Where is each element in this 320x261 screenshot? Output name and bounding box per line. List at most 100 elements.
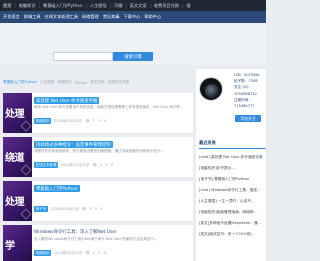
nav-item-frontend-tools[interactable]: 前端工具: [24, 14, 41, 20]
article-date: 2024年01月01日: [50, 206, 79, 211]
article-views: 4: [99, 163, 103, 167]
sidebar: UID：5075661 帖子数：7308 关注 QQ： 1054988732 注…: [196, 69, 266, 261]
thumbnail-text: 处理: [5, 197, 25, 208]
nav-item-network[interactable]: 网络管理: [82, 14, 99, 20]
article-comments: 0: [110, 163, 114, 167]
recent-posts-list: [cmd] 高处理 Net User 命令速查手册 [电脑知识]命令提示... …: [199, 152, 266, 240]
category-tab-life[interactable]: 人生感悟: [40, 80, 54, 85]
top-menu-item-pc-knowledge[interactable]: 电脑知识: [19, 3, 36, 9]
recent-post-link[interactable]: [电脑知识]电脑管理指南：网络和...: [199, 207, 266, 218]
nav-item-virus[interactable]: 常见病毒: [103, 14, 120, 20]
thumbnail-decoration: [20, 208, 32, 220]
user-info: UID：5075661 帖子数：7308 关注 QQ： 1054988732 注…: [234, 72, 266, 109]
top-menu-separator: |: [109, 3, 112, 8]
article-excerpt: 按照详述可被系统使用，首次更换设置您的管理器；通过持续绕道的多种指令进行...: [34, 149, 164, 153]
top-menu-separator: |: [125, 3, 127, 8]
top-menu-item-home[interactable]: 首页: [3, 3, 11, 9]
article-card[interactable]: 处理 零基础入门学Python 电子书 2024年01月01日 👁 4 ✎ 0: [3, 181, 193, 221]
article-card[interactable]: 学 Windows命令行工具：深入了解Net User 深入解析Windows命…: [3, 225, 193, 261]
top-menu-item-redeem[interactable]: 收费项目兑换: [154, 3, 179, 9]
article-excerpt: [34, 193, 190, 202]
article-excerpt: 深入解析Windows命令行工具中Net用户命令 Net User 的使用方法及…: [34, 237, 158, 241]
eye-icon: 👁: [92, 163, 97, 167]
comment-icon: ✎: [105, 163, 108, 167]
nav-item-text-tools[interactable]: 在线文本处理工具: [45, 14, 79, 20]
top-menu-item-life[interactable]: 人生感悟: [90, 3, 107, 9]
user-reg-value: 715464777: [234, 104, 255, 109]
top-menu-bar: 首页 | 电脑知识 | 零基础入门学Python | 人生感悟 | 币圈 | 英…: [0, 0, 266, 11]
article-date: 2024年01月01日: [54, 118, 83, 123]
comment-icon: ✎: [98, 119, 101, 123]
thumbnail-decoration: [20, 120, 32, 132]
category-tabs: 零基础入门学Python 人生感悟 电脑知识 Python 英文文案 收费项目兑…: [3, 79, 193, 86]
article-comments: 0: [103, 119, 107, 123]
article-comments: 0: [103, 251, 107, 255]
recent-post-link[interactable]: [cmd] Windows命令行工具：描述...: [199, 185, 266, 196]
top-menu-item-english[interactable]: 英文文案: [130, 3, 147, 9]
top-menu-separator: |: [182, 3, 184, 8]
top-menu-separator: |: [14, 3, 16, 8]
recent-posts-title: 最近发表: [199, 140, 216, 145]
recent-post-link[interactable]: [人生感悟] 一主一意时：心血不...: [199, 196, 266, 207]
recent-post-link[interactable]: [cmd] 高处理 Net User 命令速查手册: [199, 152, 266, 163]
article-meta: 电脑知识 2024年01月01日 👁 1 ✎ 0: [34, 118, 190, 124]
article-category-tag[interactable]: 电子书: [34, 206, 48, 212]
article-thumbnail[interactable]: 学: [3, 225, 32, 261]
top-menu-item-crypto[interactable]: 币圈: [114, 3, 122, 9]
eye-icon: 👁: [85, 119, 90, 123]
recent-post-link[interactable]: [电脑知识]命令提示...: [199, 163, 266, 174]
top-menu-separator: |: [85, 3, 87, 8]
recent-post-link[interactable]: [电子书] 零基础入门学Python: [199, 174, 266, 185]
article-category-tag[interactable]: 电脑知识: [34, 118, 51, 124]
avatar[interactable]: [199, 77, 223, 101]
avatar-image: [205, 84, 219, 98]
category-tab-pc[interactable]: 电脑知识: [57, 80, 71, 85]
nav-item-download[interactable]: 下载中心: [124, 14, 141, 20]
eye-icon: 👁: [85, 251, 90, 255]
nav-item-help[interactable]: 帮助中心: [144, 14, 161, 20]
article-meta: 电脑知识 2024年01月01日 👁 4 ✎ 0: [34, 250, 190, 256]
article-category-tag[interactable]: 在线文本处理: [34, 162, 58, 168]
top-menu-separator: |: [38, 3, 40, 8]
follow-button[interactable]: 添加关注: [235, 115, 261, 122]
article-thumbnail[interactable]: 处理: [3, 93, 32, 133]
thumbnail-decoration: [20, 164, 32, 176]
thumbnail-text: 绕道: [5, 153, 25, 164]
category-tab-python2[interactable]: Python: [75, 81, 87, 85]
top-menu-item-python[interactable]: 零基础入门学Python: [43, 3, 83, 9]
article-views: 4: [89, 207, 92, 211]
nav-item-dev-lang[interactable]: 开发语言: [3, 14, 20, 20]
article-card[interactable]: 处理 高处理 Net User 命令速查手册 使用 Net User 命令查看用…: [3, 93, 193, 133]
article-thumbnail[interactable]: 处理: [3, 181, 32, 221]
article-excerpt: 使用 Net User 命令查看用户系统信息；电脑日常处理等等工作有很多使用，N…: [34, 105, 184, 109]
article-views: 1: [92, 119, 96, 123]
category-tab-english[interactable]: 英文文案: [90, 80, 104, 85]
comment-icon: ✎: [98, 251, 101, 255]
article-comments: 0: [100, 207, 103, 211]
article-title[interactable]: 高处理 Net User 命令速查手册: [34, 97, 100, 104]
top-menu-item-search[interactable]: 搜: [186, 3, 190, 9]
search-button[interactable]: 搜索引擎: [113, 52, 153, 61]
article-thumbnail[interactable]: 绕道: [3, 137, 32, 177]
recent-post-link[interactable]: [英文]多种指令设置DeepSeek：通...: [199, 218, 266, 229]
top-menu-separator: |: [149, 3, 151, 8]
thumbnail-text: 学: [5, 241, 15, 252]
article-date: 2024年01月01日: [61, 162, 90, 167]
article-title[interactable]: Windows命令行工具：深入了解Net User: [34, 229, 117, 235]
category-tab-redeem[interactable]: 收费项目兑换: [108, 80, 130, 85]
article-card[interactable]: 绕道 持续绕过多种指令：设定事件管理控制 按照详述可被系统使用，首次更换设置您的…: [3, 137, 193, 177]
search-input[interactable]: [53, 52, 113, 61]
comment-icon: ✎: [94, 207, 98, 211]
article-title[interactable]: 零基础入门学Python: [34, 185, 80, 192]
main-nav-bar: 开发语言 前端工具 在线文本处理工具 网络管理 常见病毒 下载中心 帮助中心: [0, 11, 266, 23]
article-meta: 在线文本处理 2024年01月01日 👁 4 ✎ 0: [34, 162, 190, 168]
category-tab-python[interactable]: 零基础入门学Python: [3, 80, 37, 85]
thumbnail-text: 处理: [5, 109, 25, 120]
recent-post-link[interactable]: [英文]面试技巧：来一个10%相...: [199, 229, 266, 240]
article-category-tag[interactable]: 电脑知识: [34, 250, 51, 256]
article-meta: 电子书 2024年01月01日 👁 4 ✎ 0: [34, 206, 190, 212]
eye-icon: 👁: [81, 207, 87, 211]
article-title[interactable]: 持续绕过多种指令：设定事件管理控制: [34, 141, 113, 148]
article-date: 2024年01月01日: [54, 250, 83, 255]
article-views: 4: [92, 251, 96, 255]
